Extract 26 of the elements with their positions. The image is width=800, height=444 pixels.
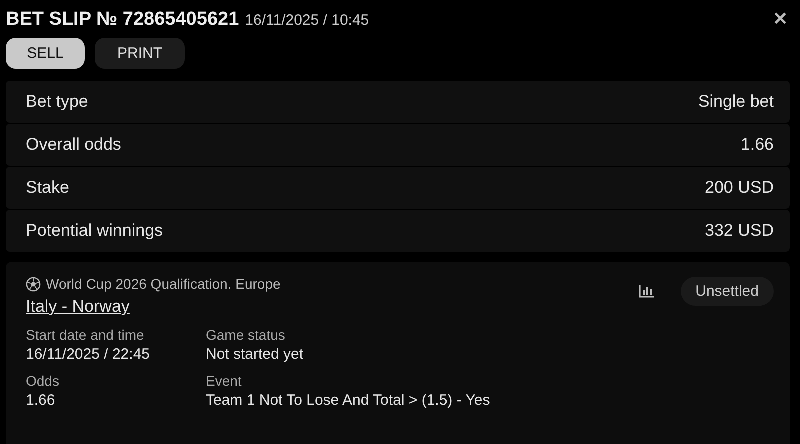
- detail-label: Game status: [206, 327, 286, 343]
- summary-label: Overall odds: [26, 135, 122, 155]
- match-link[interactable]: Italy - Norway: [26, 297, 130, 317]
- detail-label: Start date and time: [26, 327, 146, 343]
- competition-name: World Cup 2026 Qualification. Europe: [46, 276, 281, 292]
- detail-value: Not started yet: [206, 346, 305, 363]
- statistics-icon[interactable]: [638, 284, 655, 298]
- action-button[interactable]: SELL: [6, 38, 85, 69]
- summary-label: Stake: [26, 178, 70, 198]
- action-button[interactable]: PRINT: [95, 38, 185, 69]
- detail-label: Event: [206, 373, 243, 389]
- summary-value: 200 USD: [705, 178, 774, 198]
- close-button[interactable]: ✕: [771, 8, 790, 30]
- bet-slip-title: BET SLIP № 72865405621: [6, 9, 240, 31]
- detail-value: 16/11/2025 / 22:45: [26, 346, 151, 363]
- summary-label: Potential winnings: [26, 221, 164, 241]
- summary-value: 1.66: [740, 135, 774, 155]
- status-badge: Unsettled: [680, 276, 774, 306]
- soccer-ball-icon: [26, 276, 41, 292]
- detail-value: Team 1 Not To Lose And Total > (1.5) - Yes: [206, 392, 492, 409]
- slip-datetime: 16/11/2025 / 10:45: [245, 12, 370, 29]
- summary-label: Bet type: [26, 92, 88, 112]
- summary-value: 332 USD: [705, 221, 774, 241]
- detail-value: 1.66: [26, 392, 56, 409]
- summary-value: Single bet: [698, 92, 774, 112]
- detail-label: Odds: [26, 373, 60, 389]
